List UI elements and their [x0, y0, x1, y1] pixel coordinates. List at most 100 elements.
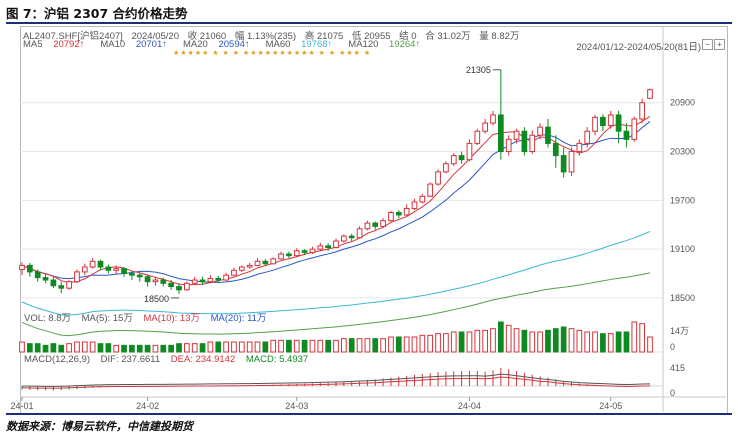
volume-bar: [105, 343, 112, 353]
vol-tick-label: 14万: [670, 326, 689, 336]
volume-bar: [631, 321, 638, 353]
volume-bar: [286, 339, 292, 353]
ma120-line: [21, 272, 651, 337]
volume-bar: [270, 339, 277, 353]
candle: [505, 135, 512, 156]
volume-bar: [278, 339, 284, 353]
candle-body: [215, 277, 222, 281]
candle-body: [490, 114, 496, 124]
candle: [286, 251, 292, 259]
candle-body: [113, 268, 120, 271]
candle: [348, 233, 355, 241]
candle: [450, 153, 457, 167]
volume-bar: [309, 339, 316, 353]
candle-body: [301, 250, 308, 253]
volume-bar: [74, 341, 80, 353]
candle-body: [136, 274, 143, 278]
candle: [592, 114, 598, 136]
candle-body: [286, 253, 292, 257]
candle-body: [466, 142, 473, 161]
candle: [58, 281, 65, 294]
volume-bar: [560, 326, 567, 353]
candle-body: [647, 89, 653, 99]
volume-bar: [207, 341, 214, 353]
volume-bar: [607, 333, 614, 353]
candle-body: [254, 260, 261, 266]
volume-bar: [325, 339, 332, 353]
candle: [568, 147, 575, 176]
candle-body: [293, 250, 300, 257]
volume-bar: [411, 336, 418, 353]
candle: [435, 169, 441, 186]
candle-body: [340, 235, 347, 242]
candle-body: [600, 116, 606, 127]
price-tick-label: 20300: [670, 147, 695, 157]
candle-body: [199, 279, 206, 283]
candle-body: [309, 248, 316, 253]
candle-body: [238, 266, 245, 271]
volume-bar: [246, 341, 253, 353]
volume-bar: [34, 343, 41, 353]
candle: [552, 135, 559, 168]
volume-bar: [144, 344, 151, 353]
x-tick-label: 24-02: [136, 401, 159, 411]
macd-value: MACD: 5.4937: [245, 354, 309, 365]
volume-bar: [42, 344, 49, 353]
vol-header: VOL: 8.8万 MA(5): 15万 MA(10): 13万 MA(20):…: [24, 310, 274, 324]
candle-body: [450, 155, 457, 165]
low-price-label: 18500: [144, 294, 169, 304]
candle-body: [615, 114, 622, 132]
candle-body: [26, 264, 33, 273]
volume-bar: [26, 343, 33, 353]
candle-body: [42, 277, 49, 281]
candle-body: [403, 207, 410, 216]
candle: [647, 88, 653, 99]
candle-body: [168, 282, 175, 288]
price-tick-label: 20900: [670, 98, 695, 108]
volume-bar: [89, 341, 96, 353]
candle-body: [435, 171, 441, 185]
candle-body: [121, 268, 127, 275]
candle-body: [372, 222, 379, 227]
vol-ma10: MA(10): 13万: [143, 313, 201, 324]
volume-bar: [584, 331, 591, 353]
candle: [490, 110, 496, 126]
volume-bar: [497, 321, 504, 353]
candle-body: [482, 122, 489, 132]
macd-dea: DEA: 234.9142: [170, 354, 236, 365]
candle: [144, 274, 151, 287]
candle-body: [270, 258, 277, 265]
volume-bar: [238, 341, 245, 353]
volume-bar: [223, 341, 229, 353]
macd-tick-label: 415: [670, 363, 685, 373]
candle-body: [356, 228, 363, 239]
candle-body: [639, 102, 646, 120]
candle-body: [262, 260, 269, 265]
candle: [81, 263, 88, 276]
volume-bar: [183, 343, 190, 353]
volume-bar: [435, 333, 441, 353]
volume-bar: [615, 331, 622, 353]
volume-bar: [427, 334, 434, 353]
candle-body: [458, 155, 465, 161]
candle: [89, 258, 96, 269]
volume-bar: [552, 328, 559, 353]
candle-body: [19, 264, 25, 270]
candle: [521, 127, 528, 156]
candle: [388, 210, 394, 222]
candle-body: [364, 222, 371, 230]
candle-body: [521, 130, 528, 153]
candle: [356, 226, 363, 239]
volume-bar: [576, 329, 583, 353]
candle-body: [81, 266, 88, 273]
volume-bar: [490, 328, 496, 353]
candle-body: [497, 114, 504, 153]
volume-bar: [231, 341, 237, 353]
volume-bar: [340, 338, 347, 353]
candle-body: [144, 276, 151, 283]
volume-bar: [215, 341, 222, 353]
volume-bar: [647, 336, 653, 353]
price-tick-label: 18500: [670, 293, 695, 303]
price-tick-label: 19100: [670, 244, 695, 254]
candle: [50, 276, 57, 289]
